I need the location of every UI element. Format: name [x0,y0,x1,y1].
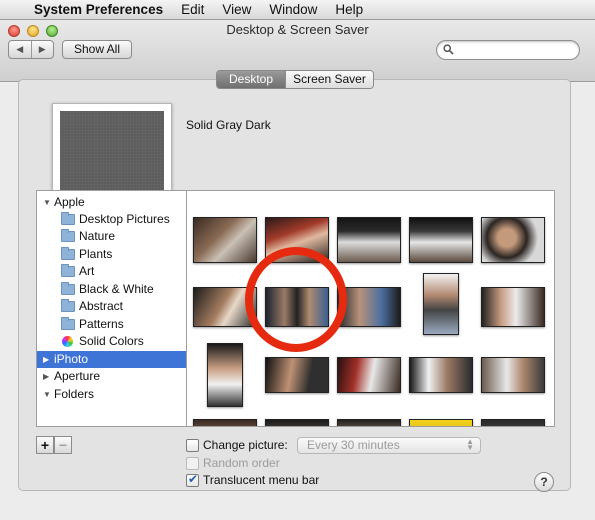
current-picture-name: Solid Gray Dark [186,118,271,132]
sidebar-item-art[interactable]: Art [37,263,186,280]
random-order-checkbox[interactable] [186,457,199,470]
change-picture-label: Change picture: [203,438,288,452]
folder-icon [61,247,75,260]
menu-bar: System Preferences Edit View Window Help [0,0,595,20]
disclosure-right-icon[interactable]: ▶ [43,368,49,385]
folder-icon [61,299,75,312]
menu-view[interactable]: View [222,2,251,17]
sidebar-item-label: Desktop Pictures [79,212,170,226]
sidebar-item-nature[interactable]: Nature [37,228,186,245]
menu-window[interactable]: Window [269,2,317,17]
sidebar-item-label: Nature [79,229,116,243]
sidebar-item-label: Aperture [54,369,101,383]
add-folder-button[interactable]: + [36,436,54,454]
photo-thumbnail[interactable] [337,217,401,263]
remove-folder-button[interactable]: − [54,436,72,454]
folder-icon [61,229,75,242]
help-button[interactable]: ? [534,472,554,492]
picture-source-list[interactable]: ▼ Apple Desktop Pictures Nature Plants A… [36,190,187,427]
photo-thumbnail[interactable] [337,357,401,393]
sidebar-item-label: Solid Colors [79,334,144,348]
photo-thumbnail[interactable] [409,419,473,426]
show-all-button[interactable]: Show All [62,40,132,59]
interval-value: Every 30 minutes [307,438,400,452]
photo-thumbnail[interactable] [481,287,545,327]
sidebar-item-label: Black & White [79,282,154,296]
translucent-menu-bar-label: Translucent menu bar [203,473,320,487]
photo-thumbnail[interactable] [207,343,243,407]
picture-grid[interactable] [187,190,555,427]
back-forward-control: ◀ ▶ [8,40,54,59]
highlight-circle [245,247,347,352]
color-wheel-icon [62,336,73,347]
sidebar-item-label: Apple [54,195,85,209]
sidebar-item-plants[interactable]: Plants [37,246,186,263]
disclosure-right-icon[interactable]: ▶ [43,351,49,368]
preview-image [60,111,164,190]
sidebar-item-aperture[interactable]: ▶ Aperture [37,368,186,385]
photo-thumbnail[interactable] [409,357,473,393]
window-title: Desktop & Screen Saver [226,22,369,37]
sidebar-item-label: Abstract [79,299,124,313]
sidebar-item-label: Patterns [79,317,124,331]
photo-thumbnail[interactable] [481,217,545,263]
search-icon [443,44,454,55]
back-arrow-icon[interactable]: ◀ [9,41,32,58]
folder-icon [61,264,75,277]
menu-help[interactable]: Help [335,2,363,17]
sidebar-item-patterns[interactable]: Patterns [37,316,186,333]
photo-thumbnail[interactable] [481,357,545,393]
sidebar-item-abstract[interactable]: Abstract [37,298,186,315]
search-field[interactable] [436,40,580,60]
photo-thumbnail[interactable] [423,273,459,335]
menu-app-name[interactable]: System Preferences [34,2,163,17]
tab-screen-saver[interactable]: Screen Saver [285,71,373,88]
sidebar-item-iphoto[interactable]: ▶ iPhoto [37,351,186,368]
photo-thumbnail[interactable] [337,419,401,426]
interval-popup[interactable]: Every 30 minutes ▲ ▼ [297,437,481,454]
photo-thumbnail[interactable] [409,217,473,263]
desktop-preview [52,103,172,198]
change-picture-checkbox[interactable] [186,439,199,452]
sidebar-item-desktop-pictures[interactable]: Desktop Pictures [37,211,186,228]
sidebar-item-apple[interactable]: ▼ Apple [37,194,186,211]
sidebar-item-label: Plants [79,247,113,261]
disclosure-down-icon[interactable]: ▼ [43,194,51,211]
popup-arrows-icon: ▲ ▼ [466,437,474,452]
folder-icon [61,317,75,330]
random-order-label: Random order [203,456,280,470]
photo-thumbnail[interactable] [193,419,257,426]
sidebar-item-label: iPhoto [54,352,89,366]
photo-thumbnail[interactable] [481,419,545,426]
folder-icon [61,282,75,295]
forward-arrow-icon[interactable]: ▶ [32,41,54,58]
photo-thumbnail[interactable] [265,357,329,393]
tab-desktop[interactable]: Desktop [217,71,285,88]
translucent-menu-bar-checkbox[interactable] [186,472,199,487]
sidebar-item-label: Art [79,264,95,278]
disclosure-down-icon[interactable]: ▼ [43,386,51,403]
menu-edit[interactable]: Edit [181,2,204,17]
photo-thumbnail[interactable] [193,217,257,263]
folder-icon [61,212,75,225]
sidebar-item-label: Folders [54,387,95,401]
photo-thumbnail[interactable] [265,419,329,426]
sidebar-item-black-white[interactable]: Black & White [37,281,186,298]
sidebar-item-folders[interactable]: ▼ Folders [37,386,186,403]
tab-bar: Desktop Screen Saver [216,70,374,89]
sidebar-item-solid-colors[interactable]: Solid Colors [37,333,186,350]
